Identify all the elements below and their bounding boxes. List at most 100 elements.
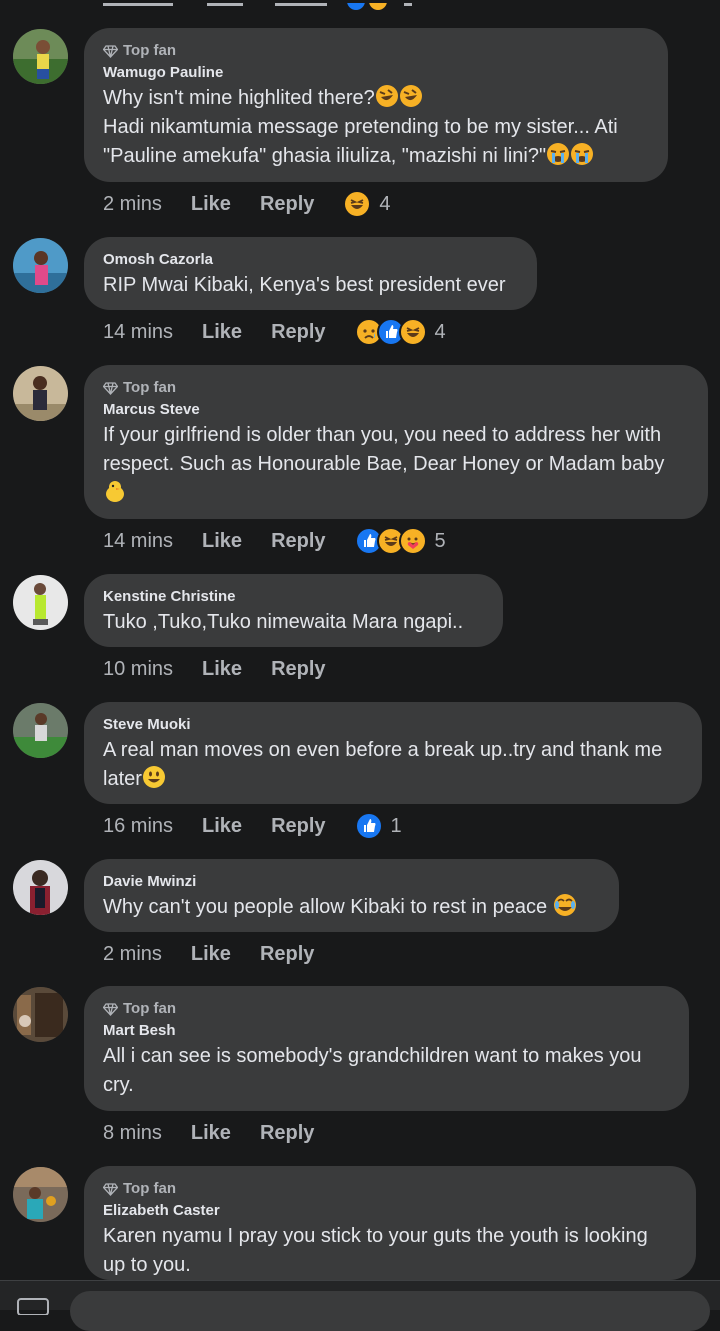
care-reaction-icon — [398, 527, 427, 555]
comment-meta: 8 mins Like Reply — [103, 1118, 343, 1148]
haha-reaction-icon — [398, 318, 427, 346]
top-fan-label: Top fan — [123, 42, 177, 59]
write-comment-input[interactable] — [70, 1291, 710, 1331]
comment-text: Tuko ,Tuko,Tuko nimewaita Mara ngapi.. — [103, 608, 484, 637]
reply-button[interactable]: Reply — [271, 815, 325, 838]
reaction-count: 4 — [434, 320, 446, 343]
comment-bubble: Davie Mwinzi Why can't you people allow … — [84, 859, 619, 932]
joy-emoji-icon — [553, 894, 576, 916]
avatar[interactable] — [13, 987, 68, 1042]
like-reaction-icon — [354, 812, 383, 840]
comment-line: Hadi nikamtumia message pretending to be… — [103, 116, 618, 138]
like-button[interactable]: Like — [202, 530, 242, 553]
reaction-count: 1 — [390, 814, 402, 837]
commenter-name[interactable]: Marcus Steve — [103, 399, 689, 421]
reply-button[interactable]: Reply — [271, 530, 325, 553]
diamond-icon — [103, 1002, 118, 1016]
comment-text: RIP Mwai Kibaki, Kenya's best president … — [103, 271, 518, 300]
avatar[interactable] — [13, 238, 68, 293]
comment-text: Karen nyamu I pray you stick to your gut… — [103, 1222, 677, 1280]
timestamp[interactable]: 2 mins — [103, 193, 162, 216]
previous-comment-meta-cut — [0, 0, 720, 10]
sob-emoji-icon — [547, 143, 570, 165]
comment-meta: 14 mins Like Reply 5 — [103, 526, 446, 556]
like-button[interactable]: Like — [191, 193, 231, 216]
comment-text: Why isn't mine highlited there? Hadi nik… — [103, 84, 649, 171]
reply-button[interactable]: Reply — [260, 193, 314, 216]
comment-text: All i can see is somebody's grandchildre… — [103, 1042, 670, 1100]
reply-button[interactable]: Reply — [271, 321, 325, 344]
top-fan-badge: Top fan — [103, 1178, 677, 1200]
comment-bubble: Top fan Wamugo Pauline Why isn't mine hi… — [84, 28, 668, 182]
top-fan-badge: Top fan — [103, 377, 689, 399]
comment-line: All i can see is somebody's grandchildre… — [103, 1045, 642, 1067]
reactions[interactable] — [354, 318, 427, 346]
commenter-name[interactable]: Mart Besh — [103, 1020, 670, 1042]
avatar[interactable] — [13, 703, 68, 758]
timestamp[interactable]: 14 mins — [103, 321, 173, 344]
timestamp[interactable]: 16 mins — [103, 815, 173, 838]
comment-line: later — [103, 768, 142, 790]
commenter-name[interactable]: Kenstine Christine — [103, 586, 484, 608]
commenter-name[interactable]: Davie Mwinzi — [103, 871, 600, 893]
comment-line: cry. — [103, 1074, 134, 1096]
avatar[interactable] — [13, 366, 68, 421]
commenter-name[interactable]: Steve Muoki — [103, 714, 683, 736]
like-button[interactable]: Like — [191, 1122, 231, 1145]
commenter-name[interactable]: Omosh Cazorla — [103, 249, 518, 271]
like-button[interactable]: Like — [202, 321, 242, 344]
avatar[interactable] — [13, 1167, 68, 1222]
avatar[interactable] — [13, 29, 68, 84]
comment-line: RIP Mwai Kibaki, Kenya's best president … — [103, 274, 506, 296]
comment-bubble: Kenstine Christine Tuko ,Tuko,Tuko nimew… — [84, 574, 503, 647]
diamond-icon — [103, 1182, 118, 1196]
comment-line: Tuko ,Tuko,Tuko nimewaita Mara ngapi.. — [103, 611, 464, 633]
sob-emoji-icon — [571, 143, 594, 165]
reply-button[interactable]: Reply — [260, 1122, 314, 1145]
comment-text: If your girlfriend is older than you, yo… — [103, 421, 689, 508]
comment-meta: 14 mins Like Reply 4 — [103, 317, 446, 347]
reactions[interactable] — [343, 190, 372, 218]
reply-button[interactable]: Reply — [260, 943, 314, 966]
camera-icon[interactable] — [16, 1295, 56, 1315]
reactions[interactable] — [354, 527, 427, 555]
timestamp[interactable]: 8 mins — [103, 1122, 162, 1145]
comment-line: "Pauline amekufa" ghasia iliuliza, "mazi… — [103, 145, 547, 167]
reaction-count: 4 — [379, 192, 391, 215]
rofl-emoji-icon — [375, 85, 398, 107]
comment-text: Why can't you people allow Kibaki to res… — [103, 893, 600, 922]
comment-line: Why can't you people allow Kibaki to res… — [103, 896, 548, 918]
diamond-icon — [103, 44, 118, 58]
reply-button[interactable]: Reply — [271, 658, 325, 681]
commenter-name[interactable]: Wamugo Pauline — [103, 62, 649, 84]
reactions[interactable] — [354, 812, 383, 840]
diamond-icon — [103, 381, 118, 395]
comment-bubble: Omosh Cazorla RIP Mwai Kibaki, Kenya's b… — [84, 237, 537, 310]
comment-meta: 10 mins Like Reply — [103, 654, 355, 684]
avatar[interactable] — [13, 860, 68, 915]
comment-line: Why isn't mine highlited there? — [103, 87, 375, 109]
top-fan-badge: Top fan — [103, 40, 649, 62]
comment-meta: 16 mins Like Reply 1 — [103, 811, 402, 841]
comment-line: A real man moves on even before a break … — [103, 739, 663, 761]
comment-bubble: Top fan Marcus Steve If your girlfriend … — [84, 365, 708, 519]
reaction-count: 5 — [434, 529, 446, 552]
avatar[interactable] — [13, 575, 68, 630]
top-fan-label: Top fan — [123, 1000, 177, 1017]
like-button[interactable]: Like — [191, 943, 231, 966]
comment-line: Karen nyamu I pray you stick to your gut… — [103, 1225, 648, 1247]
top-fan-label: Top fan — [123, 1180, 177, 1197]
timestamp[interactable]: 2 mins — [103, 943, 162, 966]
cut-off-row-icon — [103, 0, 412, 10]
like-button[interactable]: Like — [202, 815, 242, 838]
rofl-emoji-icon — [399, 85, 422, 107]
comment-bubble: Top fan Elizabeth Caster Karen nyamu I p… — [84, 1166, 696, 1280]
timestamp[interactable]: 10 mins — [103, 658, 173, 681]
haha-reaction-icon — [343, 190, 372, 218]
timestamp[interactable]: 14 mins — [103, 530, 173, 553]
commenter-name[interactable]: Elizabeth Caster — [103, 1200, 677, 1222]
comment-meta: 2 mins Like Reply 4 — [103, 189, 391, 219]
like-button[interactable]: Like — [202, 658, 242, 681]
comment-line: If your girlfriend is older than you, yo… — [103, 424, 662, 446]
comment-line: respect. Such as Honourable Bae, Dear Ho… — [103, 453, 665, 475]
